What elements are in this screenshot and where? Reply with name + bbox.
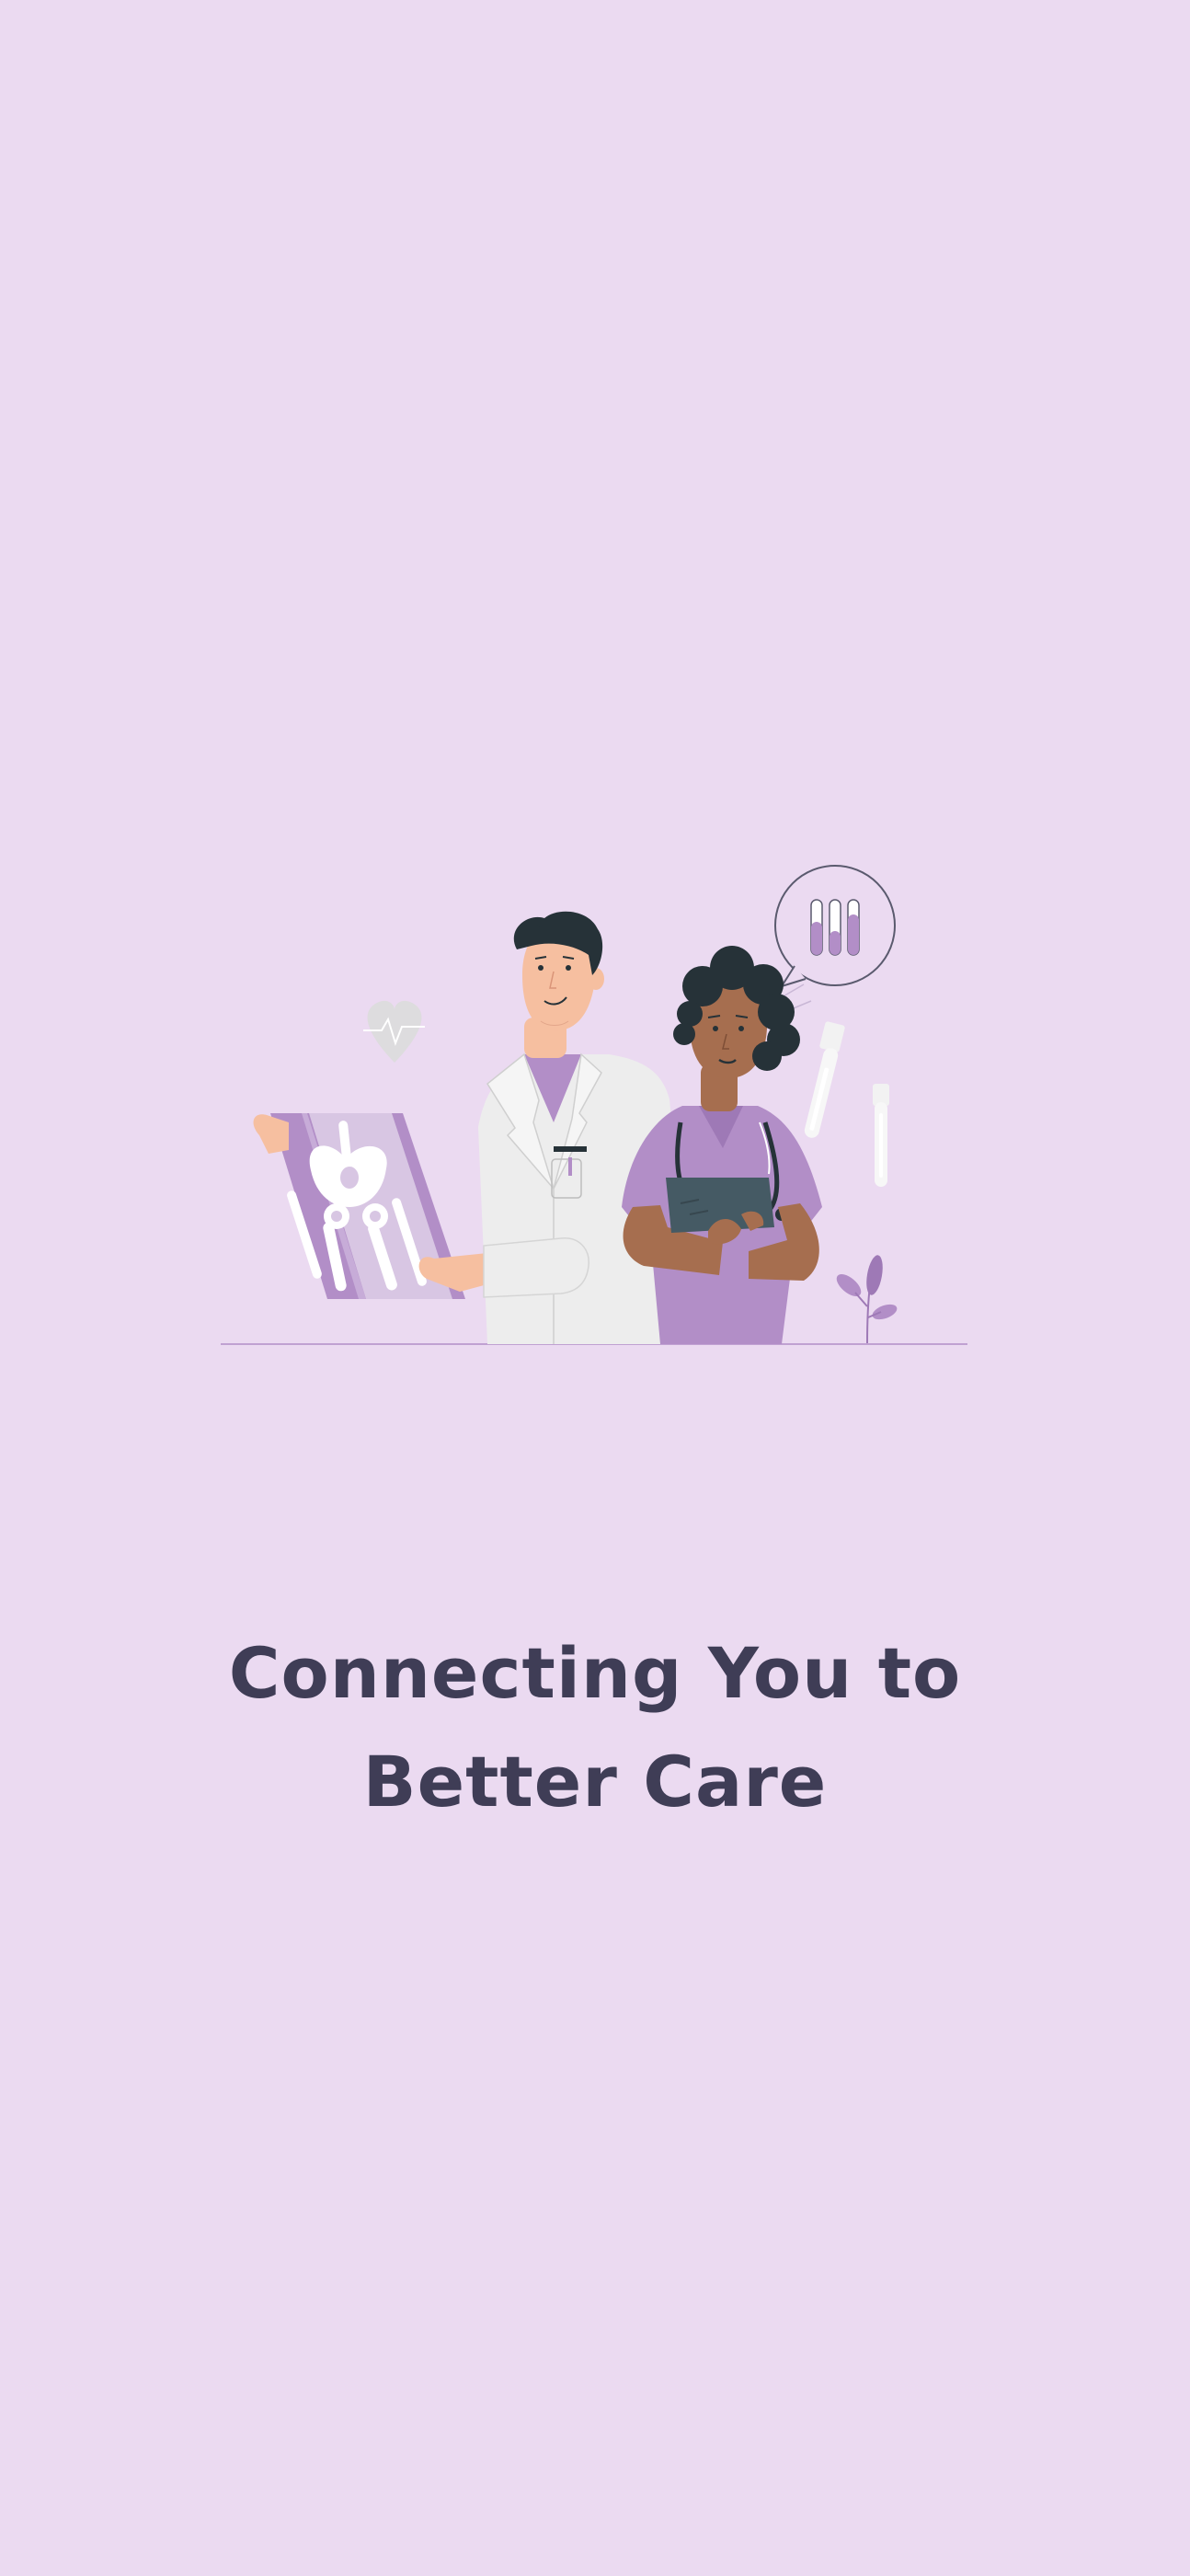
onboarding-screen: Connecting You to Better Care xyxy=(0,0,1190,2576)
doctors-illustration xyxy=(212,846,984,1362)
headline-line-1: Connecting You to xyxy=(228,1632,962,1714)
vial-icon xyxy=(804,1021,845,1138)
illustration-svg xyxy=(221,865,967,1345)
plant-icon xyxy=(836,1255,898,1344)
headline-line-2: Better Care xyxy=(362,1741,828,1823)
heart-icon xyxy=(363,1000,425,1063)
vial-icon xyxy=(873,1084,889,1187)
headline: Connecting You to Better Care xyxy=(89,1619,1101,1836)
speech-bubble-icon xyxy=(774,865,896,1011)
